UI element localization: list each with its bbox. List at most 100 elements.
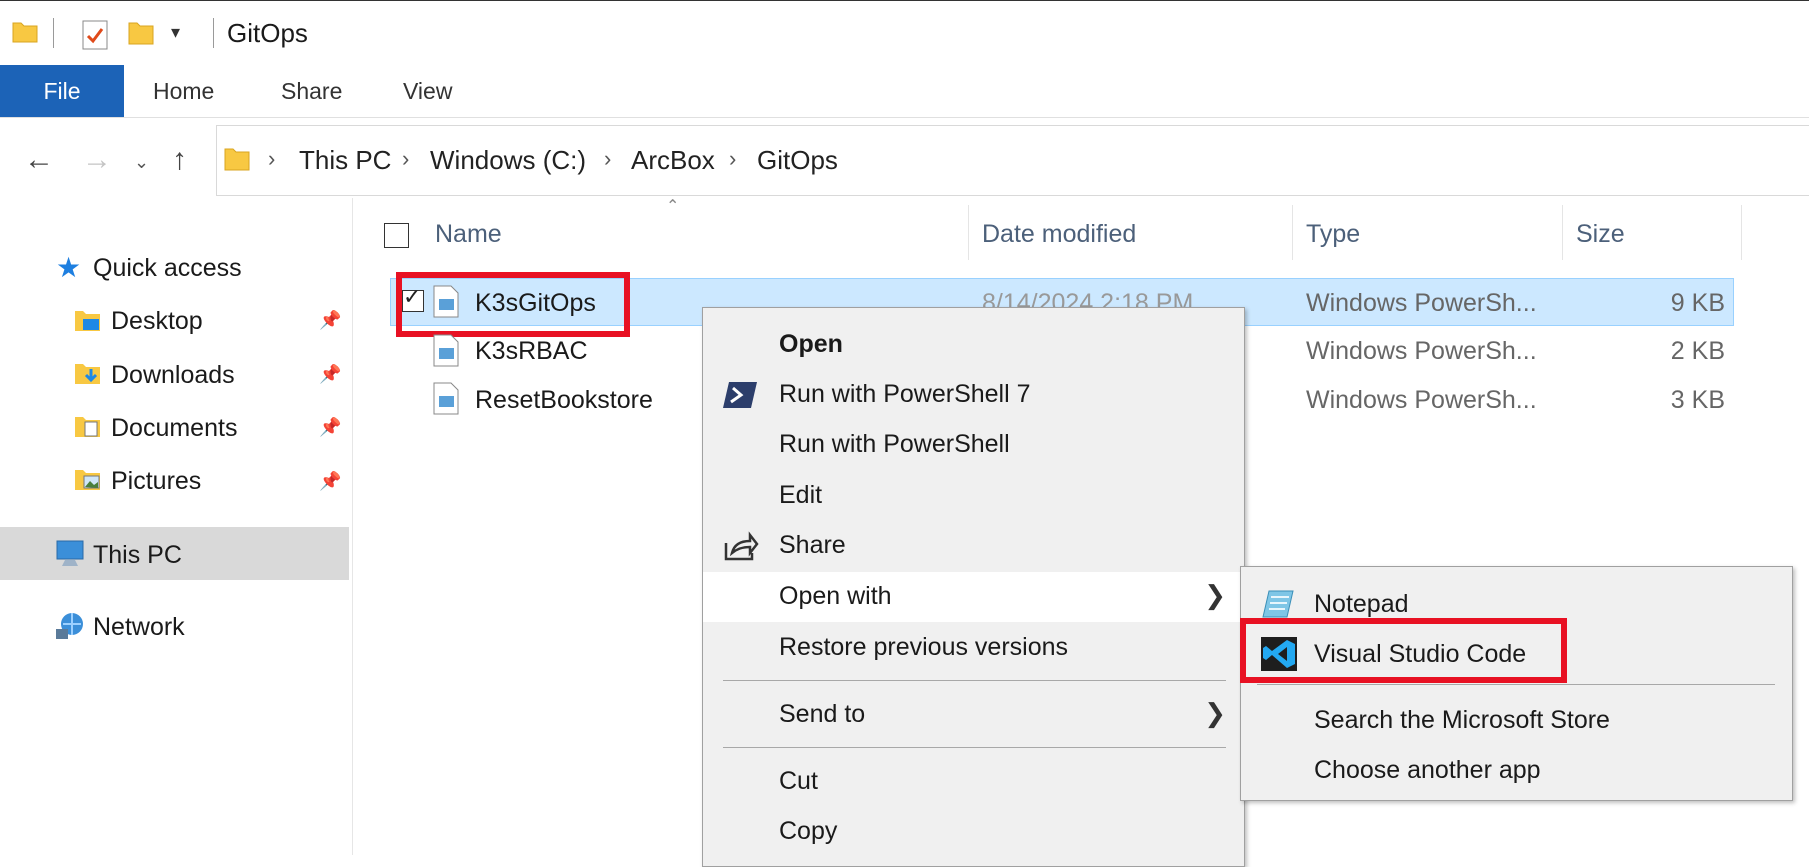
pin-icon[interactable]: 📌 xyxy=(319,310,341,331)
menu-item-label: Cut xyxy=(779,767,818,795)
sort-ascending-icon: ⌃ xyxy=(666,198,680,215)
star-icon: ★ xyxy=(56,252,82,283)
menu-item-label: Copy xyxy=(779,817,838,845)
menu-item-label: Search the Microsoft Store xyxy=(1314,706,1610,734)
file-size: 9 KB xyxy=(1670,289,1725,317)
menu-item-send-to[interactable]: Send to ❯ xyxy=(703,690,1244,740)
menu-item-copy[interactable]: Copy xyxy=(703,807,1244,857)
nav-item-desktop[interactable]: Desktop xyxy=(111,307,203,336)
nav-item-downloads[interactable]: Downloads xyxy=(111,361,235,390)
context-menu: Open Run with PowerShell 7 Run with Powe… xyxy=(702,307,1245,867)
column-separator[interactable] xyxy=(968,205,969,260)
menu-item-label: Send to xyxy=(779,700,866,728)
powershell-script-icon xyxy=(433,382,459,415)
nav-quick-access[interactable]: Quick access xyxy=(93,254,242,283)
file-size: 2 KB xyxy=(1670,337,1725,365)
file-size: 3 KB xyxy=(1670,386,1725,414)
menu-separator xyxy=(723,680,1226,681)
network-icon xyxy=(56,613,83,639)
column-separator[interactable] xyxy=(1562,205,1563,260)
menu-item-restore-previous-versions[interactable]: Restore previous versions xyxy=(703,623,1244,673)
menu-item-label: Restore previous versions xyxy=(779,633,1069,661)
menu-item-run-with-powershell-7[interactable]: Run with PowerShell 7 xyxy=(703,370,1244,420)
breadcrumb-chevron-icon[interactable]: › xyxy=(604,146,611,172)
column-header-size[interactable]: Size xyxy=(1576,220,1625,249)
menu-item-open[interactable]: Open xyxy=(703,320,1244,370)
pin-icon[interactable]: 📌 xyxy=(319,471,341,492)
customize-toolbar-dropdown-icon[interactable]: ▾ xyxy=(171,22,180,43)
nav-item-documents[interactable]: Documents xyxy=(111,414,237,443)
column-header-date-modified[interactable]: Date modified xyxy=(982,220,1136,249)
menu-item-label: Run with PowerShell xyxy=(779,430,1010,458)
submenu-arrow-icon: ❯ xyxy=(1204,580,1226,610)
submenu-arrow-icon: ❯ xyxy=(1204,698,1226,728)
tab-view[interactable]: View xyxy=(403,78,452,105)
up-arrow-icon[interactable]: ↑ xyxy=(172,143,187,177)
new-folder-icon[interactable] xyxy=(128,18,154,46)
menu-item-label: Edit xyxy=(779,481,823,509)
folder-icon xyxy=(224,148,250,171)
breadcrumb-chevron-icon[interactable]: › xyxy=(402,146,409,172)
forward-arrow-icon[interactable]: → xyxy=(82,143,112,177)
powershell-7-icon xyxy=(723,382,757,408)
pictures-folder-icon xyxy=(75,470,100,490)
select-all-checkbox[interactable] xyxy=(384,223,409,248)
tab-share[interactable]: Share xyxy=(281,78,342,105)
toolbar-separator xyxy=(213,18,214,48)
file-type: Windows PowerSh... xyxy=(1306,337,1537,365)
menu-item-search-microsoft-store[interactable]: Search the Microsoft Store xyxy=(1241,695,1792,745)
column-header-type[interactable]: Type xyxy=(1306,220,1360,249)
column-header-name[interactable]: Name xyxy=(435,220,502,249)
pin-icon[interactable]: 📌 xyxy=(319,417,341,438)
menu-separator xyxy=(723,747,1226,748)
nav-this-pc[interactable]: This PC xyxy=(93,541,182,570)
toolbar-separator xyxy=(53,18,54,48)
menu-item-label: Open with xyxy=(779,582,892,610)
menu-item-run-with-powershell[interactable]: Run with PowerShell xyxy=(703,420,1244,470)
properties-icon[interactable] xyxy=(82,20,108,50)
menu-item-label: Share xyxy=(779,531,846,559)
breadcrumb-chevron-icon[interactable]: › xyxy=(729,146,736,172)
menu-separator xyxy=(1257,684,1775,685)
tab-file[interactable]: File xyxy=(0,65,124,117)
file-name[interactable]: ResetBookstore xyxy=(475,386,653,415)
window-title: GitOps xyxy=(227,18,308,48)
documents-folder-icon xyxy=(75,417,100,437)
menu-item-label: Run with PowerShell 7 xyxy=(779,380,1031,408)
nav-network[interactable]: Network xyxy=(93,613,185,642)
pin-icon[interactable]: 📌 xyxy=(319,364,341,385)
menu-item-choose-another-app[interactable]: Choose another app xyxy=(1241,745,1792,795)
breadcrumb-chevron-icon[interactable]: › xyxy=(268,146,275,172)
file-type: Windows PowerSh... xyxy=(1306,386,1537,414)
menu-item-label: Open xyxy=(779,330,843,358)
desktop-folder-icon xyxy=(75,311,100,331)
highlight-box-k3sgitops xyxy=(396,272,630,337)
ribbon-divider xyxy=(0,117,1809,118)
file-type: Windows PowerSh... xyxy=(1306,289,1537,317)
breadcrumb-gitops[interactable]: GitOps xyxy=(757,145,838,176)
computer-icon xyxy=(56,540,84,566)
menu-item-label: Choose another app xyxy=(1314,756,1541,784)
nav-item-pictures[interactable]: Pictures xyxy=(111,467,201,496)
column-separator[interactable] xyxy=(1292,205,1293,260)
menu-item-cut[interactable]: Cut xyxy=(703,757,1244,807)
menu-item-edit[interactable]: Edit xyxy=(703,471,1244,521)
notepad-icon xyxy=(1262,590,1294,618)
folder-icon xyxy=(12,22,38,43)
open-with-submenu: Notepad Visual Studio Code Search the Mi… xyxy=(1240,566,1793,801)
breadcrumb-arcbox[interactable]: ArcBox xyxy=(631,145,715,176)
powershell-script-icon xyxy=(433,334,459,367)
recent-locations-chevron-icon[interactable]: ⌄ xyxy=(134,152,149,173)
menu-item-label: Notepad xyxy=(1314,590,1409,618)
column-separator[interactable] xyxy=(1741,205,1742,260)
tab-home[interactable]: Home xyxy=(153,78,214,105)
downloads-folder-icon xyxy=(75,364,100,384)
pane-divider[interactable] xyxy=(352,198,353,855)
back-arrow-icon[interactable]: ← xyxy=(24,143,54,177)
breadcrumb-windows-c[interactable]: Windows (C:) xyxy=(430,145,586,176)
breadcrumb-this-pc[interactable]: This PC xyxy=(299,145,391,176)
file-name[interactable]: K3sRBAC xyxy=(475,337,588,366)
highlight-box-vscode xyxy=(1240,618,1567,683)
menu-item-open-with[interactable]: Open with ❯ xyxy=(703,572,1244,622)
menu-item-share[interactable]: Share xyxy=(703,521,1244,571)
